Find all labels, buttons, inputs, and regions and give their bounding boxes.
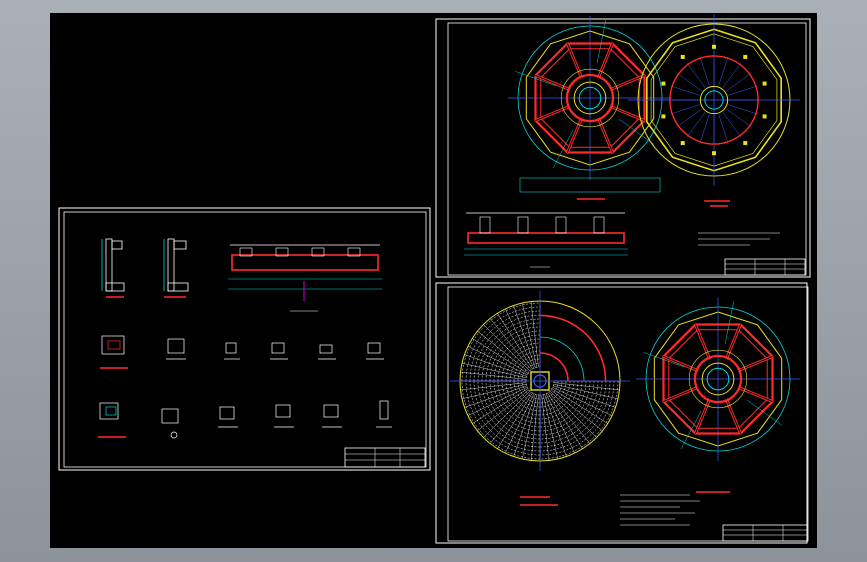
title-block bbox=[724, 258, 806, 276]
detail-nodes-row-1 bbox=[100, 335, 384, 369]
notes-block bbox=[698, 205, 780, 246]
sheet-border-outer bbox=[435, 18, 811, 278]
radial-gridline bbox=[722, 62, 742, 88]
radial-gridline bbox=[728, 104, 758, 115]
sheet-border-outer bbox=[58, 207, 431, 471]
title-block bbox=[344, 447, 426, 468]
hatch-radial bbox=[551, 388, 608, 424]
reinforcement-plan-ribs bbox=[636, 297, 800, 461]
radial-gridline bbox=[726, 72, 752, 92]
hatch-radial bbox=[467, 346, 528, 376]
radial-gridline bbox=[670, 104, 700, 115]
dimension-line bbox=[519, 177, 661, 193]
radial-gridline bbox=[686, 112, 706, 138]
hatch-radial bbox=[553, 385, 616, 408]
radial-gridline bbox=[670, 85, 700, 96]
foundation-section-view bbox=[464, 212, 628, 268]
hatch-radial bbox=[505, 308, 535, 369]
pile-marker bbox=[661, 114, 666, 119]
hatch-radial bbox=[513, 394, 536, 457]
sheet-border-inner bbox=[447, 22, 807, 276]
radial-gridline bbox=[728, 85, 758, 96]
radial-gridline bbox=[718, 114, 729, 144]
sheet-foundation-details[interactable] bbox=[58, 207, 431, 471]
hatch-radial bbox=[489, 391, 532, 444]
hatch-radial bbox=[505, 393, 535, 454]
radial-gridline bbox=[718, 56, 729, 86]
radial-gridline bbox=[676, 108, 702, 128]
hatch-radial bbox=[497, 392, 533, 449]
sheet-border-inner bbox=[63, 211, 427, 468]
column-section-a bbox=[101, 238, 125, 298]
ring-beam-arc bbox=[539, 314, 607, 382]
pile-marker bbox=[680, 54, 685, 59]
drawing-canvas[interactable] bbox=[50, 13, 817, 548]
mid-ring-arc bbox=[539, 336, 585, 382]
hatch-radial bbox=[549, 390, 597, 438]
pile-marker bbox=[712, 44, 716, 49]
pile-marker bbox=[762, 114, 767, 119]
radial-gridline bbox=[699, 114, 710, 144]
hatch-radial bbox=[472, 338, 529, 374]
pile-marker bbox=[661, 81, 666, 86]
reinforcement-plan-hatched bbox=[450, 291, 630, 506]
cad-drawing[interactable] bbox=[50, 13, 817, 548]
sheet-border-inner bbox=[447, 286, 809, 542]
hatch-radial bbox=[467, 386, 528, 416]
sheet-reinforcement-plan[interactable] bbox=[435, 282, 809, 544]
title-block bbox=[722, 524, 808, 542]
hatch-radial bbox=[545, 393, 575, 454]
hatch-radial bbox=[483, 390, 531, 438]
pile-marker bbox=[762, 81, 767, 86]
foundation-long-section bbox=[228, 244, 382, 312]
hatch-radial bbox=[464, 354, 527, 377]
radial-gridline bbox=[699, 56, 710, 86]
radial-gridline bbox=[686, 62, 706, 88]
pile-marker bbox=[743, 141, 748, 146]
radial-gridline bbox=[722, 112, 742, 138]
hatch-radial bbox=[483, 324, 531, 372]
hatch-radial bbox=[477, 330, 530, 373]
hatch-radial bbox=[550, 389, 603, 432]
detail-nodes-row-2 bbox=[98, 400, 392, 439]
column-section-b bbox=[163, 238, 189, 298]
notes-block bbox=[520, 491, 730, 526]
sheet-plan-and-section[interactable] bbox=[435, 14, 811, 278]
pile-marker bbox=[712, 151, 716, 156]
radial-gridline bbox=[726, 108, 752, 128]
pile-marker bbox=[680, 141, 685, 146]
radial-gridline bbox=[676, 72, 702, 92]
pile-marker bbox=[743, 54, 748, 59]
hatch-radial bbox=[552, 386, 613, 416]
